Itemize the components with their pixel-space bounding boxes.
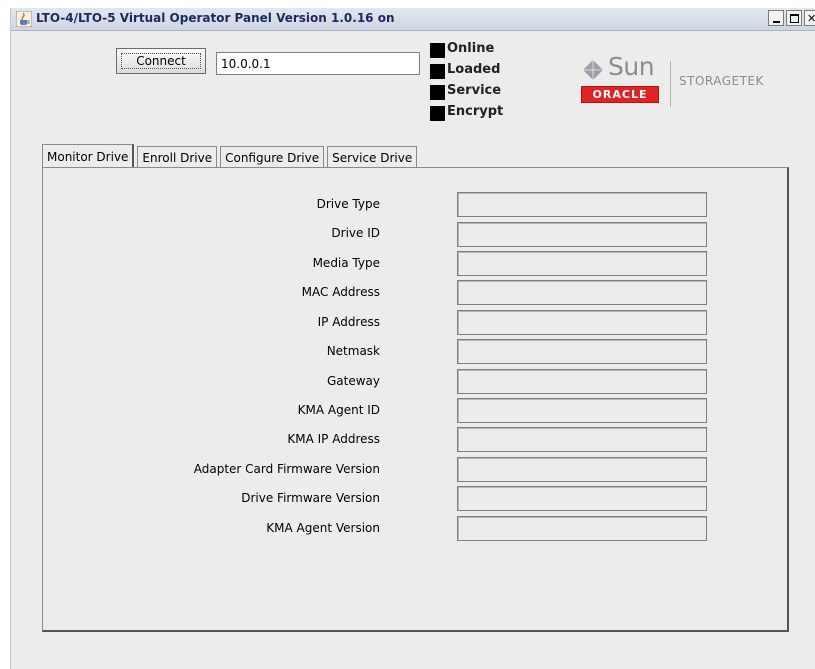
kma-ip-address-label: KMA IP Address — [287, 432, 380, 446]
close-icon: ✕ — [807, 13, 815, 24]
status-label: Online — [447, 41, 495, 56]
netmask-field — [457, 339, 707, 364]
title-bar[interactable]: LTO-4/LTO-5 Virtual Operator Panel Versi… — [11, 8, 815, 31]
drive-type-field — [457, 192, 707, 217]
status-indicator-icon — [430, 106, 445, 121]
gateway-field — [457, 369, 707, 394]
status-indicator-icon — [430, 85, 445, 100]
mac-address-field — [457, 280, 707, 305]
media-type-label: Media Type — [312, 256, 380, 270]
tab-bar: Monitor Drive Enroll Drive Configure Dri… — [42, 144, 420, 168]
drive-type-label: Drive Type — [316, 197, 380, 211]
adapter-card-firmware-field — [457, 457, 707, 482]
kma-agent-version-field — [457, 516, 707, 541]
tab-enroll-drive[interactable]: Enroll Drive — [137, 146, 218, 168]
minimize-icon — [772, 20, 780, 23]
status-indicator-icon — [430, 64, 445, 79]
kma-ip-address-field — [457, 427, 707, 452]
sun-wordmark: Sun — [608, 52, 655, 81]
status-label: Encrypt — [447, 104, 504, 119]
minimize-button[interactable] — [768, 10, 784, 26]
maximize-button[interactable] — [786, 10, 802, 26]
kma-agent-id-label: KMA Agent ID — [297, 403, 380, 417]
window-title: LTO-4/LTO-5 Virtual Operator Panel Versi… — [36, 11, 395, 25]
tab-service-drive[interactable]: Service Drive — [327, 146, 418, 168]
monitor-drive-panel: Drive Type Drive ID Media Type MAC Addre… — [42, 167, 789, 632]
adapter-card-firmware-label: Adapter Card Firmware Version — [193, 462, 380, 476]
close-button[interactable]: ✕ — [804, 10, 815, 26]
tab-monitor-drive[interactable]: Monitor Drive — [42, 144, 135, 168]
kma-agent-version-label: KMA Agent Version — [266, 521, 380, 535]
logo-divider — [670, 61, 671, 107]
sun-diamond-icon — [583, 60, 603, 80]
status-label: Loaded — [447, 62, 501, 77]
drive-firmware-label: Drive Firmware Version — [241, 491, 380, 505]
drive-id-field — [457, 222, 707, 247]
status-label: Service — [447, 83, 502, 98]
ip-address-label: IP Address — [317, 315, 380, 329]
tab-configure-drive[interactable]: Configure Drive — [220, 146, 325, 168]
kma-agent-id-field — [457, 398, 707, 423]
netmask-label: Netmask — [326, 344, 380, 358]
drive-firmware-field — [457, 486, 707, 511]
gateway-label: Gateway — [326, 374, 380, 388]
java-cup-icon — [16, 11, 32, 27]
drive-id-label: Drive ID — [331, 226, 380, 240]
sun-logo: Sun — [582, 52, 664, 87]
maximize-icon — [789, 13, 799, 23]
media-type-field — [457, 251, 707, 276]
storagetek-wordmark: STORAGETEK — [679, 74, 764, 88]
ip-address-input[interactable] — [216, 52, 420, 75]
connect-button[interactable]: Connect — [116, 48, 206, 74]
ip-address-field — [457, 310, 707, 335]
mac-address-label: MAC Address — [301, 285, 380, 299]
status-indicator-icon — [430, 43, 445, 58]
connect-button-label: Connect — [121, 53, 201, 69]
oracle-logo: ORACLE — [581, 86, 659, 103]
